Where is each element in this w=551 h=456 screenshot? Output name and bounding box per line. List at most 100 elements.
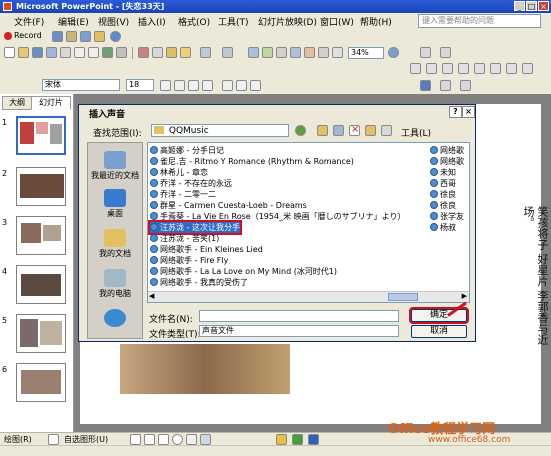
list-item[interactable]: 林希儿 - 章恋 <box>150 167 208 178</box>
textbox-icon[interactable] <box>186 434 197 445</box>
new-icon[interactable] <box>4 47 15 58</box>
italic-icon[interactable] <box>174 80 185 91</box>
menu-edit[interactable]: 编辑(E) <box>58 15 89 28</box>
permission-icon[interactable] <box>46 47 57 58</box>
paste-icon[interactable] <box>166 47 177 58</box>
menu-format[interactable]: 格式(O) <box>178 15 210 28</box>
align-left-icon[interactable] <box>222 80 233 91</box>
list-item[interactable]: 网络歌手 - La La Love on My Mind (冰河时代1) <box>150 266 337 277</box>
format-painter-icon[interactable] <box>180 47 191 58</box>
select-arrow-icon[interactable] <box>48 434 59 445</box>
rectangle-icon[interactable] <box>158 434 169 445</box>
font-size-select[interactable]: 18 <box>126 79 154 91</box>
draw-menu[interactable]: 绘图(R) <box>4 434 32 445</box>
line-icon[interactable] <box>130 434 141 445</box>
underline-icon[interactable] <box>188 80 199 91</box>
spelling-icon[interactable] <box>102 47 113 58</box>
tab-slides[interactable]: 幻灯片 <box>31 96 71 110</box>
insert-picture-icon[interactable] <box>290 47 301 58</box>
font-color-draw-icon[interactable] <box>308 434 319 445</box>
lookin-select[interactable]: QQMusic <box>151 124 289 137</box>
search-web-icon[interactable] <box>333 125 344 136</box>
place-my-documents[interactable]: 我的文档 <box>88 229 142 259</box>
dialog-help-icon[interactable]: ? <box>449 106 462 118</box>
back-icon[interactable] <box>295 125 306 136</box>
list-item[interactable]: 乔洋 - 二零一二 <box>150 189 216 200</box>
tool-b-icon[interactable] <box>426 63 437 74</box>
grid-icon[interactable] <box>318 47 329 58</box>
maximize-icon[interactable]: □ <box>526 1 537 11</box>
tab-outline[interactable]: 大纲 <box>2 96 32 110</box>
list-item[interactable]: 网络歌 <box>430 145 469 156</box>
shadow-icon[interactable] <box>202 80 213 91</box>
list-item[interactable]: 网络歌 <box>430 156 469 167</box>
list-item[interactable]: 群星 - Carmen Cuesta-Loeb - Dreams <box>150 200 307 211</box>
bold-icon[interactable] <box>160 80 171 91</box>
list-item-selected[interactable]: 汪苏泷 - 这次让我分手 <box>148 220 242 235</box>
macro-icon[interactable] <box>52 31 63 42</box>
menu-help[interactable]: 帮助(H) <box>360 15 392 28</box>
menu-view[interactable]: 视图(V) <box>98 15 129 28</box>
menu-insert[interactable]: 插入(I) <box>138 15 166 28</box>
menu-slideshow[interactable]: 幻灯片放映(D) <box>258 15 317 28</box>
align-right-icon[interactable] <box>250 80 261 91</box>
file-list[interactable]: 高姬娜 - 分手日记 雀尼.吉 - Ritmo Y Romance (Rhyth… <box>147 142 470 303</box>
oval-icon[interactable] <box>172 434 183 445</box>
tool-g-icon[interactable] <box>506 63 517 74</box>
font-color-icon[interactable] <box>420 80 431 91</box>
list-item[interactable]: 西哥 <box>430 178 469 189</box>
tool-a-icon[interactable] <box>410 63 421 74</box>
security-icon[interactable] <box>94 31 105 42</box>
ok-button[interactable]: 确定 <box>409 307 469 324</box>
font-name-select[interactable]: 宋体 <box>42 79 120 91</box>
tool-e-icon[interactable] <box>474 63 485 74</box>
place-my-computer[interactable]: 我的电脑 <box>88 269 142 299</box>
slide-thumbnail-2[interactable] <box>16 167 66 206</box>
zoom-select[interactable]: 34% <box>348 47 384 59</box>
copy-icon[interactable] <box>152 47 163 58</box>
list-item[interactable]: 高姬娜 - 分手日记 <box>150 145 224 156</box>
list-item[interactable]: 张学友 <box>430 211 469 222</box>
design-icon[interactable] <box>440 80 451 91</box>
wordart-icon[interactable] <box>200 434 211 445</box>
help-search-input[interactable]: 键入需要帮助的问题 <box>418 14 541 28</box>
views-icon[interactable] <box>381 125 392 136</box>
arrow-icon[interactable] <box>144 434 155 445</box>
filetype-select[interactable]: 声音文件 <box>199 325 399 337</box>
list-item[interactable]: 乔洋 - 不存在的永远 <box>150 178 232 189</box>
scroll-left-icon[interactable]: ◀ <box>149 292 154 300</box>
minimize-icon[interactable]: _ <box>514 1 525 11</box>
redo-icon[interactable] <box>222 47 233 58</box>
place-network[interactable] <box>88 309 142 328</box>
tool-d-icon[interactable] <box>458 63 469 74</box>
close-icon[interactable]: × <box>538 1 549 11</box>
menu-file[interactable]: 文件(F) <box>14 15 44 28</box>
list-item[interactable]: 网络歌手 - 我真的受伤了 <box>150 277 248 288</box>
list-item[interactable]: 徐良 <box>430 189 469 200</box>
expand-all-icon[interactable] <box>304 47 315 58</box>
open-icon[interactable] <box>18 47 29 58</box>
tools-menu[interactable]: 工具(L) <box>401 126 431 139</box>
toolbar-extra2-icon[interactable] <box>440 47 451 58</box>
slide-thumbnail-6[interactable] <box>16 363 66 402</box>
folder-icon[interactable] <box>66 31 77 42</box>
list-item[interactable]: 网络歌手 - Fire Fly <box>150 255 228 266</box>
cut-icon[interactable] <box>138 47 149 58</box>
new-folder-icon[interactable] <box>365 125 376 136</box>
slide-thumbnail-1[interactable] <box>16 116 66 155</box>
delete-icon[interactable]: × <box>349 124 360 136</box>
up-folder-icon[interactable] <box>317 125 328 136</box>
tables-borders-icon[interactable] <box>276 47 287 58</box>
chart-icon[interactable] <box>248 47 259 58</box>
help-icon[interactable] <box>110 31 121 42</box>
list-item[interactable]: 未知 <box>430 167 469 178</box>
save-file-icon[interactable] <box>32 47 43 58</box>
slide-thumbnail-5[interactable] <box>16 314 66 353</box>
place-desktop[interactable]: 桌面 <box>88 189 142 219</box>
menu-window[interactable]: 窗口(W) <box>320 15 354 28</box>
help-toolbar-icon[interactable] <box>388 47 399 58</box>
email-icon[interactable] <box>60 47 71 58</box>
list-item[interactable]: 杨叔 <box>430 222 469 233</box>
list-item[interactable]: 手焉葵 - La Vie En Rose（1954_米 映画「暦しのサブリナ」よ… <box>150 211 405 222</box>
scrollbar-thumb[interactable] <box>388 293 418 301</box>
